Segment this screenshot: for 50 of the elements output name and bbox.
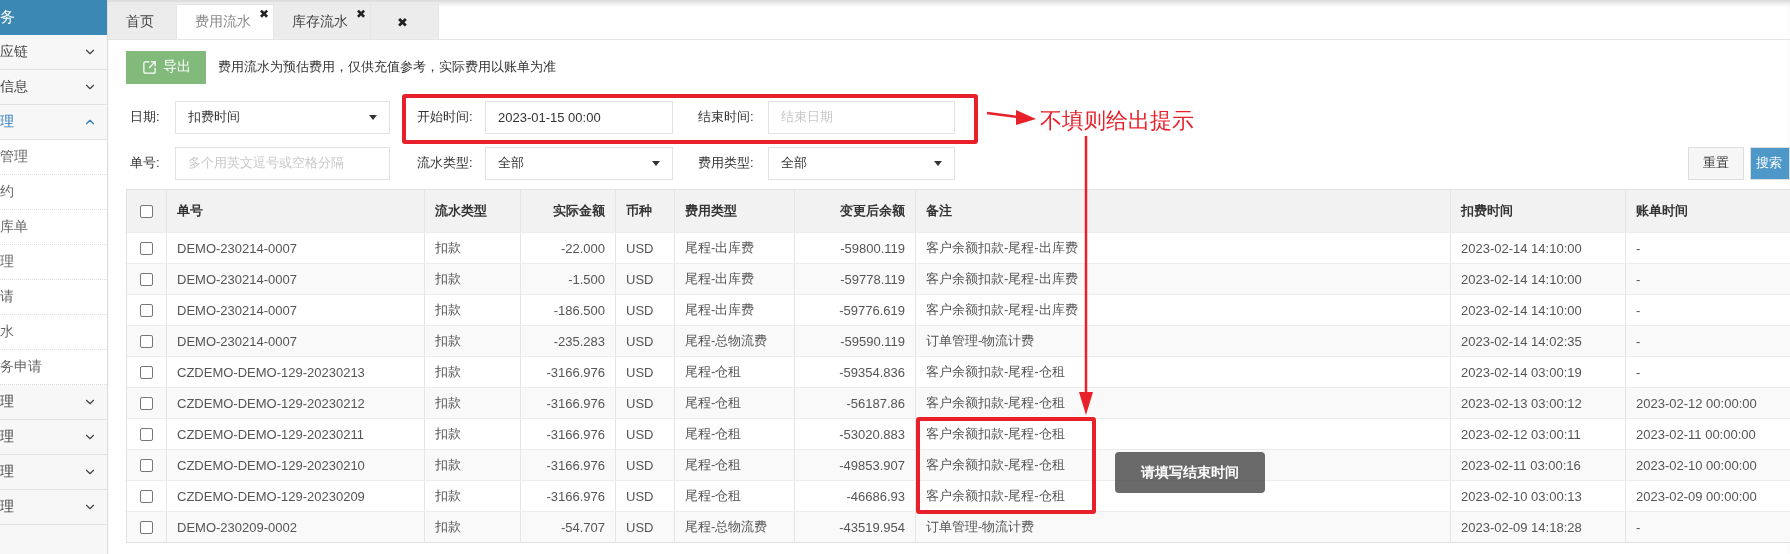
sidebar-subitem[interactable]: 请 bbox=[0, 280, 107, 315]
close-icon[interactable]: ✖ bbox=[355, 7, 366, 21]
checkbox[interactable] bbox=[140, 334, 153, 348]
field-label: 单号: bbox=[129, 154, 161, 172]
checkbox[interactable] bbox=[140, 303, 153, 317]
checkbox[interactable] bbox=[140, 520, 153, 534]
annotation-arrow bbox=[986, 110, 1036, 125]
field-label: 结束时间: bbox=[697, 108, 755, 126]
table-cell: 扣款 bbox=[425, 512, 521, 542]
table-cell: 订单管理-物流计费 bbox=[916, 512, 1451, 542]
close-icon[interactable]: ✖ bbox=[258, 7, 269, 21]
sidebar-subitem[interactable]: 约 bbox=[0, 175, 107, 210]
checkbox[interactable] bbox=[140, 458, 153, 472]
toast-message: 请填写结束时间 bbox=[1115, 452, 1265, 493]
checkbox[interactable] bbox=[140, 427, 153, 441]
table-cell: -43519.954 bbox=[795, 512, 916, 542]
table-cell: USD bbox=[616, 512, 675, 542]
table-cell: 尾程-总物流费 bbox=[675, 512, 795, 542]
checkbox[interactable] bbox=[140, 489, 153, 503]
table-cell: - bbox=[1626, 512, 1790, 542]
sidebar-subitem[interactable]: 库单 bbox=[0, 210, 107, 245]
field-label: 费用类型: bbox=[697, 154, 755, 172]
export-icon bbox=[141, 59, 157, 75]
table-cell: -54.707 bbox=[521, 512, 616, 542]
tab[interactable]: 首页 bbox=[108, 4, 177, 39]
reset-button[interactable]: 重置 bbox=[1688, 146, 1744, 180]
table-cell: DEMO-230209-0002 bbox=[167, 512, 425, 542]
checkbox[interactable] bbox=[140, 396, 153, 410]
sidebar-header: 务 bbox=[0, 0, 107, 35]
sidebar-subitem[interactable]: 管理 bbox=[0, 140, 107, 175]
start-time-field[interactable]: 2023-01-15 00:00 bbox=[485, 100, 673, 134]
checkbox[interactable] bbox=[140, 272, 153, 286]
checkbox[interactable] bbox=[140, 365, 153, 379]
fee-type-select[interactable]: 全部 bbox=[768, 146, 955, 180]
field-label: 开始时间: bbox=[416, 108, 474, 126]
annotation-note: 不填则给出提示 bbox=[1040, 107, 1194, 135]
date-type-select[interactable]: 扣费时间 bbox=[175, 100, 390, 134]
tab[interactable]: 库存流水 ✖ bbox=[273, 4, 371, 39]
sidebar-subitem[interactable]: 务申请 bbox=[0, 350, 107, 385]
field-label: 日期: bbox=[129, 108, 161, 126]
sidebar-subitem[interactable]: 理 bbox=[0, 245, 107, 280]
notice-text: 费用流水为预估费用，仅供充值参考，实际费用以账单为准 bbox=[218, 58, 556, 76]
checkbox[interactable] bbox=[140, 204, 153, 218]
checkbox[interactable] bbox=[140, 241, 153, 255]
tab[interactable]: ✖ bbox=[370, 4, 439, 39]
sidebar-subitem[interactable]: 水 bbox=[0, 315, 107, 350]
flow-type-select[interactable]: 全部 bbox=[485, 146, 673, 180]
close-icon[interactable]: ✖ bbox=[389, 14, 416, 30]
field-label: 流水类型: bbox=[416, 154, 474, 172]
table-cell: 2023-02-09 14:18:28 bbox=[1451, 512, 1626, 542]
